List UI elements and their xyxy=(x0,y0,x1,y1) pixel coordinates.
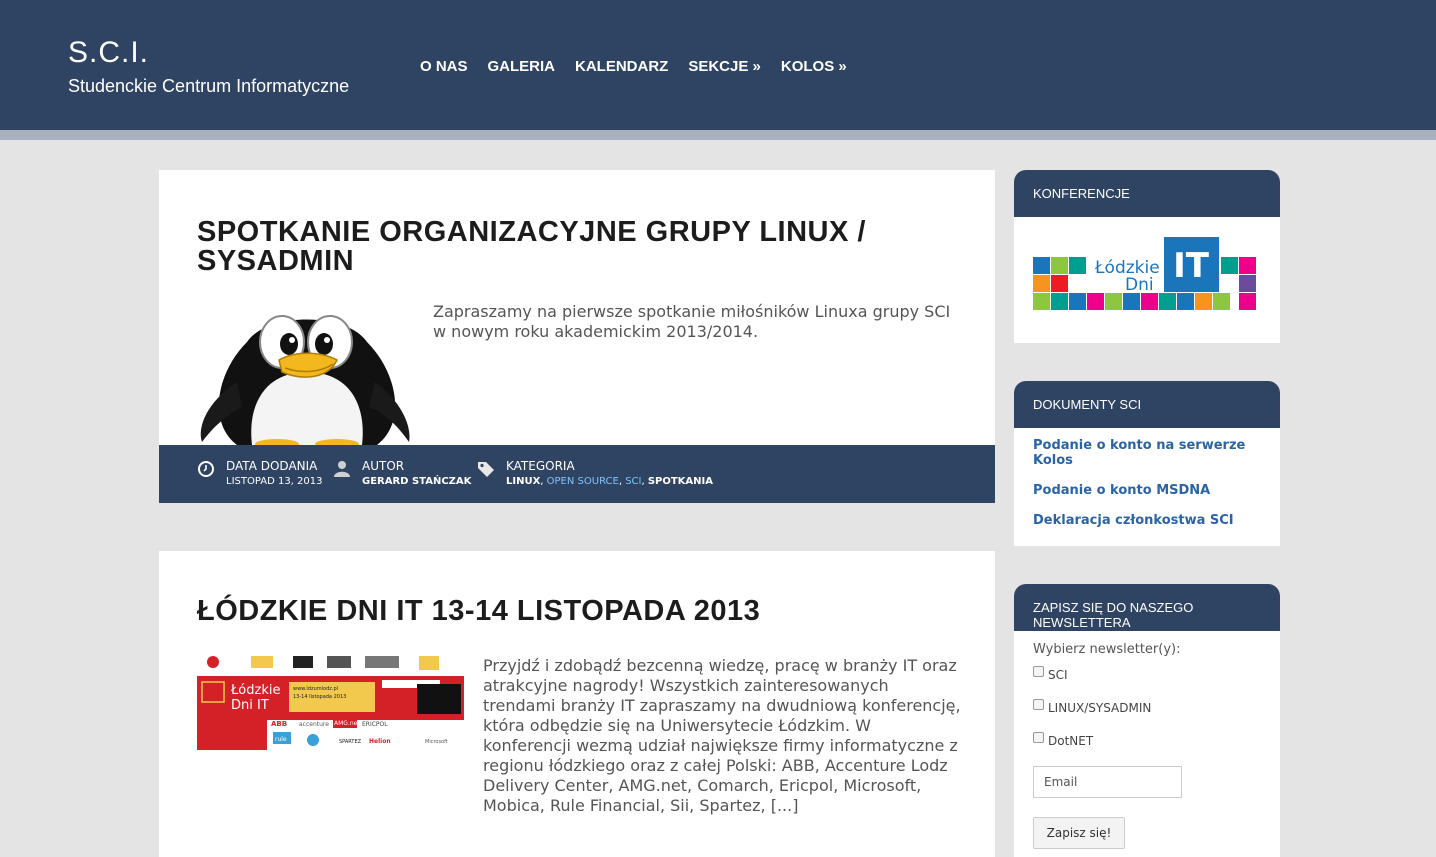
banner-url: www.ldzumlodz.pl xyxy=(293,686,338,692)
user-icon xyxy=(334,461,350,477)
doc-link-msdna[interactable]: Podanie o konto MSDNA xyxy=(1033,483,1261,498)
meta-author-value[interactable]: GERARD STAŃCZAK xyxy=(362,476,471,487)
nav-item-kolos[interactable]: KOLOS » xyxy=(781,58,847,75)
banner-line2: Dni IT xyxy=(231,698,269,713)
clock-icon xyxy=(198,461,214,477)
checkbox[interactable] xyxy=(1033,665,1044,677)
newsletter-option-linux[interactable]: LINUX/SYSADMIN xyxy=(1033,696,1280,720)
site-header: S.C.I. Studenckie Centrum Informatyczne … xyxy=(0,0,1436,140)
option-label: DotNET xyxy=(1048,734,1094,748)
sponsor-helion: Helion xyxy=(369,738,391,745)
conferences-widget: KONFERENCJE IT Łódzkie Dni xyxy=(1014,170,1280,343)
subscribe-button[interactable]: Zapisz się! xyxy=(1033,817,1125,849)
post-card: SPOTKANIE ORGANIZACYJNE GRUPY LINUX / SY… xyxy=(159,170,995,503)
category-link-open-source[interactable]: OPEN SOURCE xyxy=(547,476,619,487)
meta-author: AUTOR GERARD STAŃCZAK xyxy=(333,459,471,490)
site-subtitle: Studenckie Centrum Informatyczne xyxy=(68,76,350,96)
meta-author-label: AUTOR xyxy=(362,459,405,473)
nav-item-galeria[interactable]: GALERIA xyxy=(488,58,556,75)
post-title[interactable]: SPOTKANIE ORGANIZACYJNE GRUPY LINUX / SY… xyxy=(197,218,897,276)
category-link-spotkania[interactable]: SPOTKANIA xyxy=(648,476,713,487)
post-excerpt: Zapraszamy na pierwsze spotkanie miłośni… xyxy=(433,302,951,341)
sponsor-rule: rule xyxy=(275,736,287,743)
post-card: ŁÓDZKIE DNI IT 13-14 LISTOPADA 2013 Łódz… xyxy=(159,551,995,857)
meta-category-label: KATEGORIA xyxy=(506,459,575,473)
sponsor-spartez: SPARTEZ xyxy=(339,739,362,745)
doc-link-kolos[interactable]: Podanie o konto na serwerze Kolos xyxy=(1033,438,1261,468)
meta-date-label: DATA DODANIA xyxy=(226,459,318,473)
sponsor-ericpol: ERICPOL xyxy=(362,721,388,728)
tag-icon xyxy=(478,462,494,477)
option-label: SCI xyxy=(1048,668,1068,682)
conference-banner-image[interactable]: Łódzkie Dni IT www.ldzumlodz.pl 13-14 li… xyxy=(197,654,464,750)
meta-date: DATA DODANIA LISTOPAD 13, 2013 xyxy=(197,459,323,490)
nav-item-kalendarz[interactable]: KALENDARZ xyxy=(575,58,668,75)
newsletter-widget: ZAPISZ SIĘ DO NASZEGO NEWSLETTERA Wybier… xyxy=(1014,584,1280,857)
option-label: LINUX/SYSADMIN xyxy=(1048,701,1152,715)
logo-text-2: Dni xyxy=(1125,275,1154,295)
checkbox[interactable] xyxy=(1033,731,1044,743)
email-field[interactable]: Email xyxy=(1033,766,1182,798)
newsletter-option-dotnet[interactable]: DotNET xyxy=(1033,729,1280,753)
widget-heading: KONFERENCJE xyxy=(1014,170,1280,217)
widget-heading: ZAPISZ SIĘ DO NASZEGO NEWSLETTERA xyxy=(1014,584,1280,631)
sponsor-microsoft: Microsoft xyxy=(425,739,448,745)
category-link-linux[interactable]: LINUX xyxy=(506,476,540,487)
documents-widget: DOKUMENTY SCI Podanie o konto na serwerz… xyxy=(1014,381,1280,546)
newsletter-label: Wybierz newsletter(y): xyxy=(1033,642,1181,657)
main-nav: O NAS GALERIA KALENDARZ SEKCJE » KOLOS » xyxy=(420,58,867,75)
doc-link-deklaracja[interactable]: Deklaracja członkostwa SCI xyxy=(1033,513,1261,528)
tux-penguin-image[interactable] xyxy=(197,302,415,445)
banner-line1: Łódzkie xyxy=(230,683,280,698)
logo-badge: IT xyxy=(1173,246,1210,286)
post-title[interactable]: ŁÓDZKIE DNI IT 13-14 LISTOPADA 2013 xyxy=(197,597,957,626)
banner-dates: 13-14 listopada 2013 xyxy=(293,694,346,700)
meta-category: KATEGORIA LINUX, OPEN SOURCE, SCI, SPOTK… xyxy=(477,459,713,490)
meta-date-value: LISTOPAD 13, 2013 xyxy=(226,476,323,487)
widget-heading: DOKUMENTY SCI xyxy=(1014,381,1280,428)
sponsor-accenture: accenture xyxy=(299,721,329,728)
site-title[interactable]: S.C.I. xyxy=(68,36,149,70)
nav-item-o-nas[interactable]: O NAS xyxy=(420,58,468,75)
newsletter-option-sci[interactable]: SCI xyxy=(1033,663,1280,687)
lodzkie-dni-it-logo[interactable]: IT Łódzkie Dni xyxy=(1033,237,1259,321)
post-meta-bar: DATA DODANIA LISTOPAD 13, 2013 AUTOR GER… xyxy=(159,445,995,503)
sponsor-amg: AMG.net xyxy=(334,720,360,727)
nav-item-sekcje[interactable]: SEKCJE » xyxy=(688,58,761,75)
post-excerpt: Przyjdź i zdobądź bezcenną wiedzę, pracę… xyxy=(483,656,961,815)
sponsor-abb: ABB xyxy=(271,720,287,728)
category-link-sci[interactable]: SCI xyxy=(625,476,641,487)
checkbox[interactable] xyxy=(1033,698,1044,710)
